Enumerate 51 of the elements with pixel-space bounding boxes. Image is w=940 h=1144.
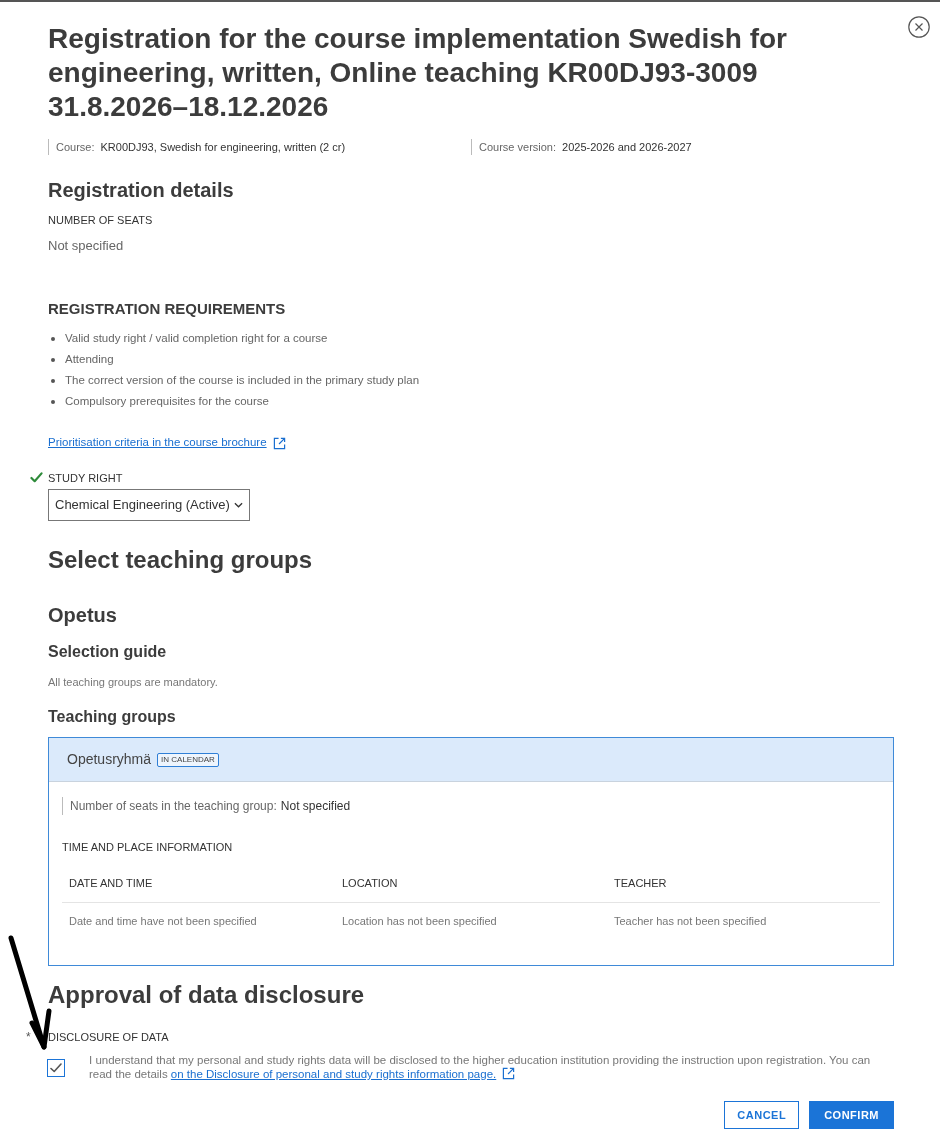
requirement-item: Compulsory prerequisites for the course	[65, 393, 269, 409]
groups-heading: Teaching groups	[48, 707, 176, 727]
section-heading: Registration details	[48, 178, 234, 203]
field-label: DISCLOSURE OF DATA	[48, 1029, 169, 1045]
section-heading: Select teaching groups	[48, 545, 313, 575]
disclosure-checkbox[interactable]	[47, 1059, 65, 1077]
teaching-group-card[interactable]	[48, 737, 894, 966]
study-right-select[interactable]: Chemical Engineering (Active)	[48, 489, 250, 521]
bullet-icon	[51, 357, 55, 362]
confirm-button[interactable]: CONFIRM	[809, 1101, 894, 1129]
group-seats-value: Not specified	[280, 798, 351, 815]
requirement-item: Attending	[65, 351, 114, 367]
subsection-heading: Opetus	[48, 603, 117, 628]
column-header: TEACHER	[613, 875, 667, 891]
table-cell-text: Date and time have not been specified	[68, 913, 257, 929]
external-link-icon	[502, 1067, 516, 1080]
course-info-label: Course:	[56, 139, 95, 155]
column-header: DATE AND TIME	[68, 875, 153, 891]
group-seats-label: Number of seats in the teaching group:	[70, 798, 277, 815]
calendar-badge: IN CALENDAR	[157, 752, 219, 767]
checkmark-icon	[50, 1063, 62, 1073]
time-place-heading: TIME AND PLACE INFORMATION	[62, 840, 233, 855]
required-mark: *	[26, 1030, 31, 1044]
table-cell-text: Teacher has not been specified	[613, 913, 767, 929]
field-label: STUDY RIGHT	[48, 470, 123, 486]
course-info-label: Course version:	[479, 139, 557, 155]
close-icon	[908, 16, 930, 38]
cancel-button[interactable]: CANCEL	[724, 1101, 800, 1129]
dialog-title: Registration for the course implementation Swedish for engineering, written, Online teaching KR00DJ93-3009 31.8.2026–18.12.2026	[48, 22, 788, 124]
caret-icon	[233, 502, 243, 508]
requirements-heading: REGISTRATION REQUIREMENTS	[48, 299, 286, 319]
disclosure-text: I understand that my personal and study rights data will be disclosed to the higher education institution providing the instruction upon registration. You can read the details on the Disclosure of personal and study rights information page.	[89, 1053, 872, 1081]
prioritisation-link[interactable]: Prioritisation criteria in the course brochure	[48, 434, 267, 452]
guide-text: All teaching groups are mandatory.	[48, 675, 218, 690]
bullet-icon	[51, 378, 55, 383]
external-link-icon	[272, 436, 286, 450]
close-button[interactable]	[908, 16, 930, 38]
course-info-value: 2025-2026 and 2026-2027	[562, 139, 692, 155]
requirement-item: Valid study right / valid completion right for a course	[65, 330, 328, 346]
field-label: NUMBER OF SEATS	[48, 213, 153, 228]
guide-heading: Selection guide	[48, 642, 167, 662]
course-info-value: KR00DJ93, Swedish for engineering, written (2 cr)	[100, 139, 346, 155]
column-header: LOCATION	[341, 875, 398, 891]
section-heading: Approval of data disclosure	[48, 980, 365, 1010]
disclosure-link[interactable]: on the Disclosure of personal and study rights information page.	[170, 1068, 497, 1080]
bullet-icon	[51, 336, 55, 341]
field-value: Not specified	[48, 237, 124, 255]
group-name: Opetusryhmä	[67, 750, 152, 769]
requirement-item: The correct version of the course is included in the primary study plan	[65, 372, 420, 388]
table-cell-text: Location has not been specified	[341, 913, 497, 929]
bullet-icon	[51, 399, 55, 404]
